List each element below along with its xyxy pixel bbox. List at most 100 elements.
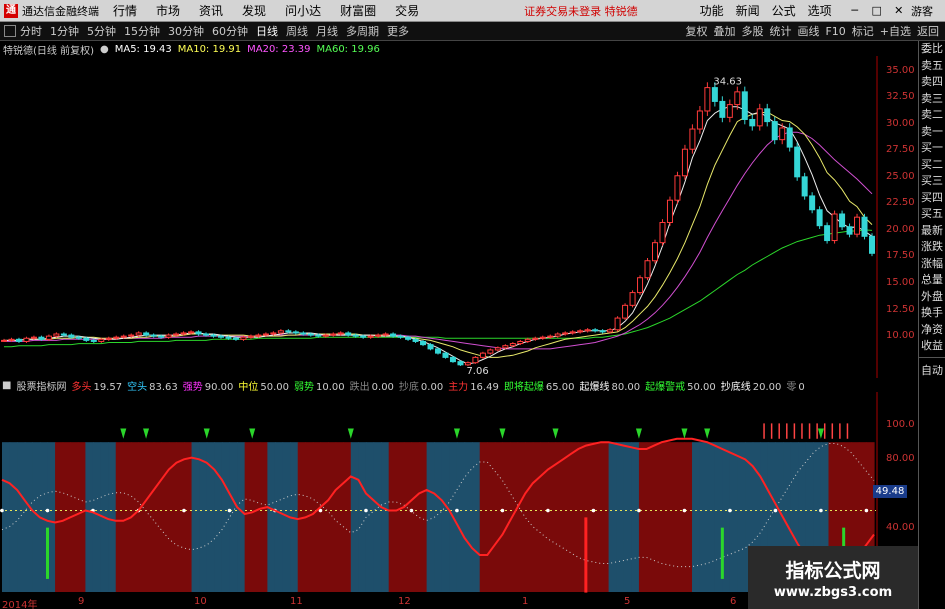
menu-item-shichang[interactable]: 市场	[156, 2, 180, 19]
quote-field-label[interactable]: 买五	[919, 206, 945, 223]
buy-arrow-icon	[499, 428, 506, 439]
midline-dot	[364, 508, 368, 513]
menu-item-xuanxiang[interactable]: 选项	[808, 2, 832, 19]
period-more[interactable]: 更多	[387, 23, 409, 39]
trend-band	[593, 442, 602, 592]
trend-band	[638, 442, 648, 592]
indicator-item: 多头 19.57	[71, 378, 122, 393]
toolbar-huaxian[interactable]: 画线	[797, 23, 819, 39]
midline-dot	[227, 508, 232, 513]
quote-field-label[interactable]: 卖二	[919, 107, 945, 124]
period-5min[interactable]: 5分钟	[87, 23, 116, 39]
period-weekly[interactable]: 周线	[286, 23, 308, 39]
close-icon[interactable]: ✕	[888, 4, 910, 17]
quote-field-label[interactable]: 最新	[919, 223, 945, 240]
menu-item-faxian[interactable]: 发现	[242, 2, 266, 19]
candle-body	[8, 338, 15, 341]
menu-item-gongneng[interactable]: 功能	[700, 2, 724, 19]
trend-band	[676, 442, 686, 592]
candle-body	[457, 361, 464, 366]
quote-field-label[interactable]: 卖四	[919, 74, 945, 91]
toolbar-tongji[interactable]: 统计	[769, 23, 791, 39]
toolbar-duogu[interactable]: 多股	[741, 23, 763, 39]
toolbar-fuquan[interactable]: 复权	[685, 23, 707, 39]
price-tick-label: 15.00	[886, 277, 915, 289]
midline-dot	[637, 508, 641, 513]
quote-field-label[interactable]: 收益	[919, 338, 945, 355]
menu-item-wenxiaoda[interactable]: 问小达	[285, 2, 321, 19]
indicator-settings-icon[interactable]: ■	[2, 380, 11, 391]
toolbar-zixuan[interactable]: +自选	[880, 23, 911, 39]
period-daily[interactable]: 日线	[256, 23, 278, 39]
buy-arrow-icon	[203, 428, 210, 439]
candle-body	[577, 330, 584, 333]
menu-item-xinwen[interactable]: 新闻	[736, 2, 760, 19]
minimize-icon[interactable]: ─	[844, 4, 866, 17]
quote-field-label[interactable]: 买三	[919, 173, 945, 190]
indicator-item: 弱势 10.00	[294, 378, 345, 393]
menu-item-caifuquan[interactable]: 财富圈	[340, 2, 376, 19]
period-60min[interactable]: 60分钟	[212, 23, 248, 39]
quote-field-label[interactable]: 买一	[919, 140, 945, 157]
quote-field-label[interactable]: 卖一	[919, 124, 945, 141]
candle-body	[771, 121, 778, 141]
candle-body	[165, 334, 172, 338]
toolbar-diejia[interactable]: 叠加	[713, 23, 735, 39]
settings-dot-icon[interactable]: ●	[100, 44, 109, 55]
indicator-item-value: 50.00	[260, 381, 290, 393]
menu-item-jiaoyi[interactable]: 交易	[395, 2, 419, 19]
quote-field-label[interactable]: 涨跌	[919, 239, 945, 256]
menu-item-hangqing[interactable]: 行情	[113, 2, 137, 19]
period-monthly[interactable]: 月线	[316, 23, 338, 39]
trend-band	[608, 442, 617, 592]
trend-band	[517, 442, 526, 592]
auto-button[interactable]: 自动	[919, 356, 945, 378]
maximize-icon[interactable]: □	[866, 4, 888, 17]
period-fenshi[interactable]: 分时	[20, 23, 42, 39]
quote-field-label[interactable]: 净资	[919, 322, 945, 339]
quote-field-label[interactable]: 外盘	[919, 289, 945, 306]
buy-arrow-icon	[635, 428, 642, 439]
menu-item-zixun[interactable]: 资讯	[199, 2, 223, 19]
buy-arrow-icon	[143, 428, 150, 439]
chart-mode-icon[interactable]	[4, 25, 16, 37]
indicator-name[interactable]: 股票指标网	[16, 378, 66, 393]
menu-item-gongshi[interactable]: 公式	[772, 2, 796, 19]
candle-body	[547, 335, 554, 338]
trend-band	[161, 442, 170, 592]
quote-field-label[interactable]: 卖三	[919, 91, 945, 108]
watermark-title: 指标公式网	[785, 559, 881, 582]
quote-field-label[interactable]: 买二	[919, 157, 945, 174]
toolbar-f10[interactable]: F10	[825, 25, 845, 38]
period-15min[interactable]: 15分钟	[124, 23, 160, 39]
period-30min[interactable]: 30分钟	[168, 23, 204, 39]
price-chart[interactable]: 34.63 7.06	[0, 56, 878, 378]
candle-body	[277, 330, 284, 334]
indicator-chart[interactable]	[0, 392, 878, 596]
trend-band	[403, 442, 413, 592]
trend-band	[267, 442, 276, 592]
toolbar-biaoji[interactable]: 标记	[852, 23, 874, 39]
midline-dot	[728, 508, 732, 513]
candle-body	[532, 337, 539, 340]
trend-band	[138, 442, 147, 592]
period-multi[interactable]: 多周期	[346, 23, 379, 39]
trend-band	[684, 442, 693, 592]
candle-body	[405, 336, 412, 340]
quote-field-label[interactable]: 总量	[919, 272, 945, 289]
quote-field-label[interactable]: 买四	[919, 190, 945, 207]
watermark-url: www.zbgs3.com	[773, 584, 893, 600]
quote-field-label[interactable]: 涨幅	[919, 256, 945, 273]
trend-band	[699, 442, 708, 592]
candle-body	[135, 332, 142, 336]
candle-body	[195, 331, 202, 335]
indicator-item-value: 0	[798, 381, 805, 393]
quote-field-label[interactable]: 换手	[919, 305, 945, 322]
quote-field-label[interactable]: 委比	[919, 41, 945, 58]
quote-field-label[interactable]: 卖五	[919, 58, 945, 75]
toolbar-fanhui[interactable]: 返回	[917, 23, 939, 39]
menu-bar: 通 通达信金融终端 行情 市场 资讯 发现 问小达 财富圈 交易 证券交易未登录…	[0, 0, 945, 22]
period-1min[interactable]: 1分钟	[50, 23, 79, 39]
indicator-item: 强势 90.00	[183, 378, 234, 393]
guest-label[interactable]: 游客	[911, 3, 933, 19]
